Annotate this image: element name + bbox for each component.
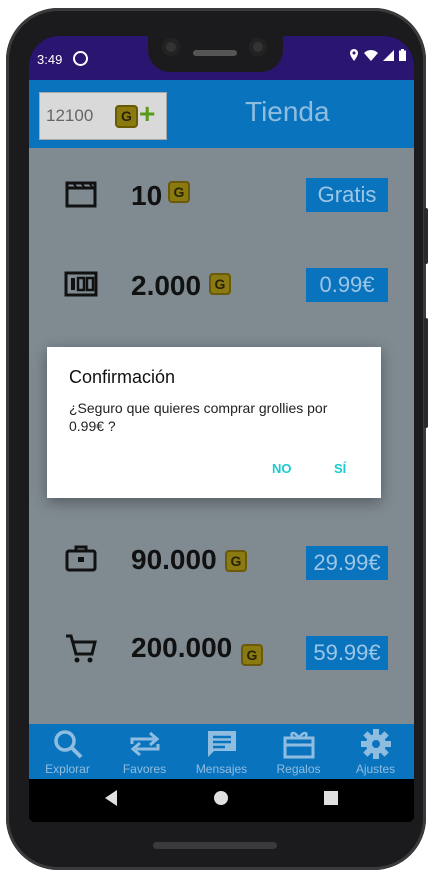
nav-label: Mensajes: [195, 762, 248, 776]
coin-icon: G: [168, 181, 190, 203]
add-coins-icon[interactable]: +: [139, 98, 155, 130]
gift-icon: [260, 728, 337, 762]
app-header: 12100 G + Tienda: [29, 80, 414, 148]
nav-label: Ajustes: [355, 762, 396, 776]
front-camera: [249, 38, 267, 56]
price-button[interactable]: 59.99€: [306, 636, 388, 670]
system-nav-bar: [29, 779, 414, 822]
power-button: [424, 208, 428, 264]
recents-icon[interactable]: [323, 789, 339, 812]
coin-icon: G: [241, 644, 263, 666]
swap-icon: [106, 728, 183, 762]
status-icons: [349, 49, 406, 61]
gear-icon: [337, 728, 414, 762]
sync-icon: [73, 51, 88, 66]
no-button[interactable]: NO: [272, 461, 292, 476]
location-icon: [350, 49, 358, 61]
back-icon[interactable]: [103, 789, 119, 812]
front-camera: [162, 38, 180, 56]
yes-button[interactable]: SÍ: [334, 461, 346, 476]
camera-notch: [148, 28, 283, 72]
bottom-speaker: [153, 842, 277, 849]
list-item: 2.000 G 0.99€: [29, 254, 414, 314]
cart-icon: [63, 630, 99, 666]
package-amount: 2.000: [131, 270, 202, 301]
package-amount: 90.000: [131, 544, 217, 575]
package-amount: 10: [131, 180, 163, 211]
price-button[interactable]: Gratis: [306, 178, 388, 212]
wifi-icon: [364, 49, 378, 61]
page-title: Tienda: [245, 96, 330, 127]
dialog-message: ¿Seguro que quieres comprar grollies por…: [69, 400, 328, 434]
status-time: 3:49: [37, 52, 63, 67]
home-icon[interactable]: [213, 789, 229, 812]
nav-item-ajustes[interactable]: Ajustes: [337, 724, 414, 779]
message-icon: [183, 728, 260, 762]
signal-icon: [383, 49, 394, 61]
coin-icon: G: [115, 105, 138, 128]
nav-label: Favores: [122, 762, 167, 776]
nav-item-mensajes[interactable]: Mensajes: [183, 724, 260, 779]
nav-item-favores[interactable]: Favores: [106, 724, 183, 779]
search-icon: [29, 728, 106, 762]
hundred-icon: [63, 266, 99, 302]
coin-balance[interactable]: 12100 G +: [39, 92, 167, 140]
package-amount: 200.000: [131, 632, 233, 663]
volume-button: [424, 318, 428, 428]
nav-label: Regalos: [276, 762, 321, 776]
price-button[interactable]: 29.99€: [306, 546, 388, 580]
bottom-nav: Explorar Favores Mensajes Regalos Ajuste…: [29, 724, 414, 779]
battery-icon: [399, 49, 406, 61]
nav-item-explorar[interactable]: Explorar: [29, 724, 106, 779]
list-item: 10 G Gratis: [29, 164, 414, 224]
dialog-title: Confirmación: [69, 367, 176, 387]
price-button[interactable]: 0.99€: [306, 268, 388, 302]
coin-icon: G: [225, 550, 247, 572]
list-item: 200.000 G 59.99€: [29, 618, 414, 678]
coin-icon: G: [209, 273, 231, 295]
briefcase-icon: [63, 540, 99, 576]
list-item: 90.000 G 29.99€: [29, 528, 414, 588]
earpiece: [193, 50, 237, 56]
clapperboard-icon: [63, 176, 99, 212]
nav-item-regalos[interactable]: Regalos: [260, 724, 337, 779]
coin-balance-value: 12100: [46, 106, 94, 125]
nav-label: Explorar: [45, 762, 90, 776]
confirmation-dialog: Confirmación ¿Seguro que quieres comprar…: [47, 347, 381, 498]
